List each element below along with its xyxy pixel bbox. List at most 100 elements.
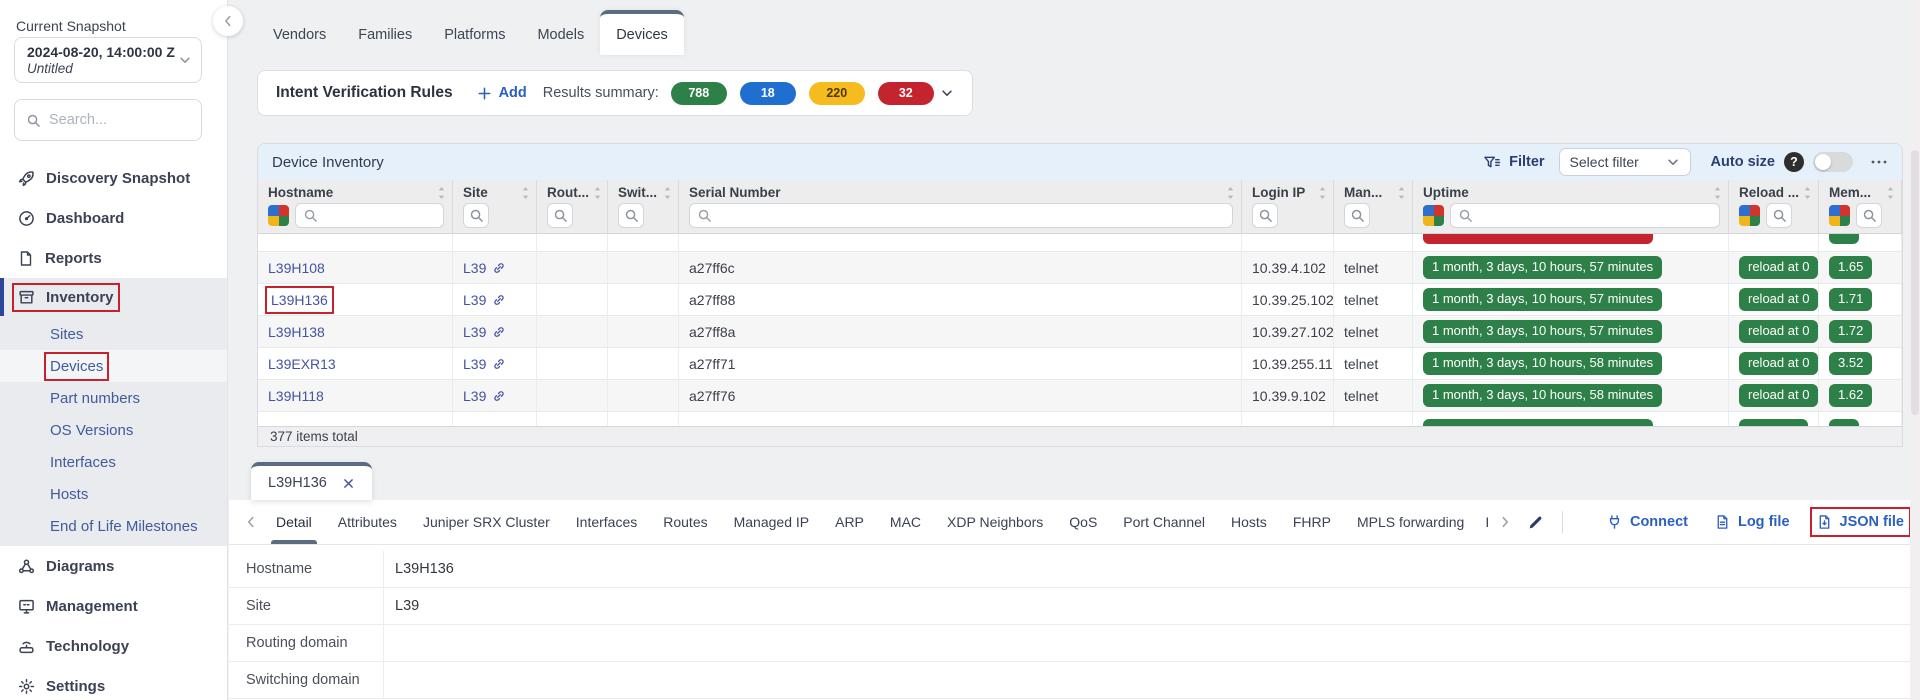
page-scrollbar[interactable] <box>1910 0 1920 700</box>
site-link[interactable]: L39 <box>463 356 506 372</box>
sidebar-item-dashboard[interactable]: Dashboard <box>0 198 227 238</box>
tab-vendors[interactable]: Vendors <box>257 14 342 55</box>
close-icon[interactable] <box>342 477 355 490</box>
sidebar-item-hosts[interactable]: Hosts <box>0 478 227 510</box>
sidebar-item-os-versions[interactable]: OS Versions <box>0 414 227 446</box>
filter-input-field-uptime[interactable] <box>1478 208 1712 223</box>
sidebar-item-management[interactable]: Management <box>0 586 227 626</box>
sidebar-item-inventory[interactable]: Inventory <box>0 278 227 316</box>
column-header-login-ip[interactable]: Login IP <box>1242 180 1334 203</box>
site-link[interactable]: L39 <box>463 292 506 308</box>
snapshot-selector[interactable]: 2024-08-20, 14:00:00 Z Untitled <box>14 37 202 83</box>
sidebar-item-settings[interactable]: Settings <box>0 666 227 700</box>
filter-input-field-serial-number[interactable] <box>717 208 1225 223</box>
sidebar-item-reports[interactable]: Reports <box>0 238 227 278</box>
filter-search-button-site[interactable] <box>463 203 489 228</box>
color-filter-icon[interactable] <box>1739 205 1760 226</box>
sidebar-item-interfaces[interactable]: Interfaces <box>0 446 227 478</box>
column-header-swit[interactable]: Swit... <box>608 180 679 203</box>
add-rule-button[interactable]: Add <box>477 85 527 101</box>
sidebar-item-technology[interactable]: Technology <box>0 626 227 666</box>
sidebar-item-discovery-snapshot[interactable]: Discovery Snapshot <box>0 158 227 198</box>
detail-tab-arp[interactable]: ARP <box>822 500 877 544</box>
select-filter-dropdown[interactable]: Select filter <box>1559 148 1691 176</box>
filter-search-button-login-ip[interactable] <box>1252 203 1278 228</box>
detail-tab-xdp-neighbors[interactable]: XDP Neighbors <box>934 500 1056 544</box>
column-header-uptime[interactable]: Uptime <box>1413 180 1729 203</box>
detail-tab-attributes[interactable]: Attributes <box>325 500 410 544</box>
color-filter-icon[interactable] <box>1829 205 1850 226</box>
log-file-button[interactable]: Log file <box>1715 514 1790 530</box>
filter-button[interactable]: Filter <box>1483 154 1544 170</box>
search-icon <box>1458 208 1473 223</box>
color-filter-icon[interactable] <box>268 205 289 226</box>
detail-tab-fhrp[interactable]: FHRP <box>1280 500 1344 544</box>
sidebar-item-part-numbers[interactable]: Part numbers <box>0 382 227 414</box>
sidebar-item-sites[interactable]: Sites <box>0 318 227 350</box>
column-header-site[interactable]: Site <box>453 180 537 203</box>
detail-tab-partial[interactable]: I <box>1477 500 1493 544</box>
site-link[interactable]: L39 <box>463 260 506 276</box>
chevron-down-icon[interactable] <box>940 86 954 100</box>
tab-platforms[interactable]: Platforms <box>428 14 521 55</box>
sidebar-item-diagrams[interactable]: Diagrams <box>0 546 227 586</box>
sidebar-item-devices[interactable]: Devices <box>0 350 227 382</box>
filter-input-hostname[interactable] <box>295 203 444 228</box>
results-badge-2[interactable]: 220 <box>809 82 865 105</box>
column-header-reload[interactable]: Reload ... <box>1729 180 1819 203</box>
tab-families[interactable]: Families <box>342 14 428 55</box>
column-header-man[interactable]: Man... <box>1334 180 1413 203</box>
detail-tab-managed-ip[interactable]: Managed IP <box>721 500 823 544</box>
table-row-partial <box>258 234 1902 252</box>
tab-models[interactable]: Models <box>521 14 600 55</box>
device-link[interactable]: L39EXR13 <box>268 356 336 372</box>
filter-search-button-man[interactable] <box>1344 203 1370 228</box>
sidebar-search-input[interactable] <box>49 112 190 128</box>
detail-tab-routes[interactable]: Routes <box>650 500 720 544</box>
chevron-right-icon[interactable] <box>1493 515 1517 529</box>
device-link[interactable]: L39H118 <box>268 388 324 404</box>
filter-input-field-hostname[interactable] <box>323 208 436 223</box>
chevron-left-icon[interactable] <box>239 515 263 529</box>
device-link[interactable]: L39H138 <box>268 324 325 340</box>
sidebar-collapse-button[interactable] <box>213 6 243 36</box>
json-file-button[interactable]: JSON file <box>1817 514 1904 530</box>
filter-input-uptime[interactable] <box>1450 203 1720 228</box>
column-header-serial-number[interactable]: Serial Number <box>679 180 1242 203</box>
detail-tab-mpls-forwarding[interactable]: MPLS forwarding <box>1344 500 1477 544</box>
scrollbar-thumb[interactable] <box>1911 150 1919 415</box>
device-detail-tab[interactable]: L39H136 <box>251 462 372 500</box>
results-badge-0[interactable]: 788 <box>671 82 727 105</box>
column-header-rout[interactable]: Rout... <box>537 180 608 203</box>
device-link[interactable]: L39H108 <box>268 260 325 276</box>
filter-search-button-rout[interactable] <box>547 203 573 228</box>
device-link[interactable]: L39H136 <box>268 289 331 311</box>
edit-pencil-icon[interactable] <box>1517 514 1554 531</box>
site-link[interactable]: L39 <box>463 388 506 404</box>
detail-tab-detail[interactable]: Detail <box>263 500 325 544</box>
filter-search-button-swit[interactable] <box>618 203 644 228</box>
tab-devices[interactable]: Devices <box>600 10 684 55</box>
detail-tab-mac[interactable]: MAC <box>877 500 934 544</box>
column-header-mem[interactable]: Mem... <box>1819 180 1902 203</box>
sidebar-item-end-of-life-milestones[interactable]: End of Life Milestones <box>0 510 227 542</box>
connect-button[interactable]: Connect <box>1607 514 1688 530</box>
detail-tab-qos[interactable]: QoS <box>1056 500 1110 544</box>
auto-size-toggle[interactable] <box>1813 152 1853 172</box>
filter-input-serial-number[interactable] <box>689 203 1233 228</box>
results-badge-1[interactable]: 18 <box>740 82 796 105</box>
sidebar-search[interactable] <box>14 99 202 141</box>
column-label: Login IP <box>1252 185 1305 200</box>
detail-tab-interfaces[interactable]: Interfaces <box>563 500 650 544</box>
more-options-icon[interactable] <box>1870 159 1888 165</box>
site-link[interactable]: L39 <box>463 324 506 340</box>
detail-tab-port-channel[interactable]: Port Channel <box>1110 500 1218 544</box>
color-filter-icon[interactable] <box>1423 205 1444 226</box>
help-icon[interactable]: ? <box>1784 152 1804 172</box>
filter-search-button-mem[interactable] <box>1856 203 1882 228</box>
column-header-hostname[interactable]: Hostname <box>258 180 453 203</box>
detail-tab-juniper-srx-cluster[interactable]: Juniper SRX Cluster <box>410 500 563 544</box>
filter-search-button-reload[interactable] <box>1766 203 1792 228</box>
detail-tab-hosts[interactable]: Hosts <box>1218 500 1280 544</box>
results-badge-3[interactable]: 32 <box>878 82 934 105</box>
